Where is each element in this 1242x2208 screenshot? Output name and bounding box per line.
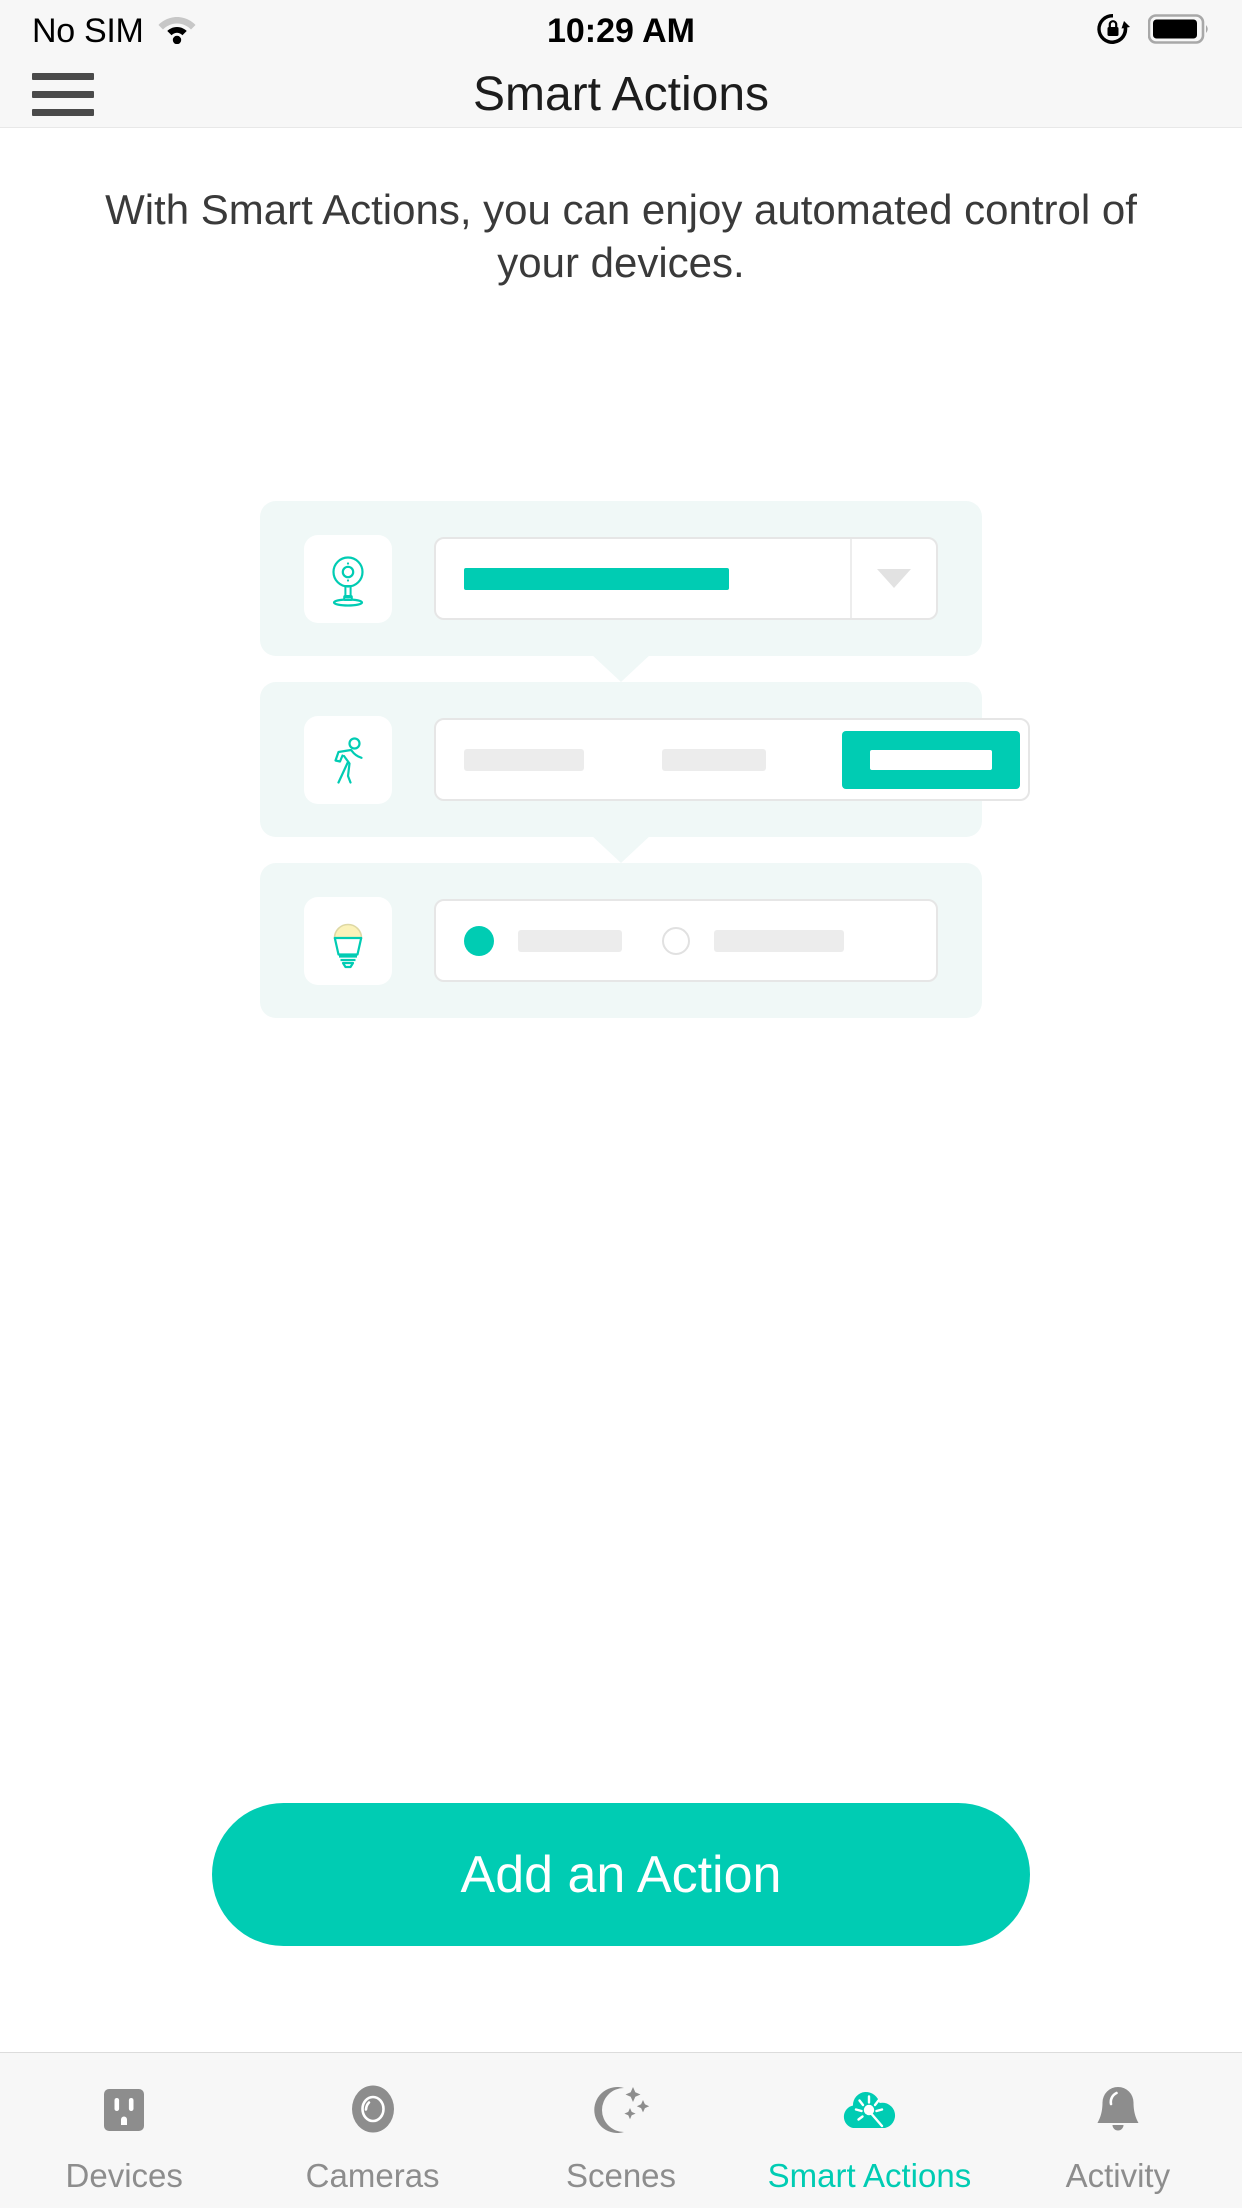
navigation-bar: Smart Actions	[0, 62, 1242, 128]
label-placeholder-bar	[662, 748, 766, 771]
hamburger-bar	[32, 73, 94, 80]
hamburger-bar	[32, 91, 94, 98]
radio-unselected-icon[interactable]	[662, 926, 690, 955]
tab-cameras[interactable]: Cameras	[248, 2053, 496, 2208]
smart-actions-illustration	[260, 501, 1030, 1018]
illustration-card-condition	[260, 682, 1030, 863]
app-screen: No SIM 10:29 AM Smart Actions With Smart…	[0, 0, 1242, 2208]
hamburger-menu-icon[interactable]	[32, 73, 94, 116]
bottom-tab-bar: Devices Cameras Scenes Smart Actions Act…	[0, 2052, 1242, 2208]
battery-full-icon	[1147, 13, 1210, 49]
flow-connector-arrow	[591, 835, 651, 863]
add-an-action-button[interactable]: Add an Action	[212, 1803, 1030, 1946]
wifi-icon	[158, 14, 196, 49]
clock-label: 10:29 AM	[546, 11, 696, 50]
value-placeholder-bar	[464, 567, 729, 590]
button-label-placeholder	[870, 749, 992, 770]
camera-icon	[304, 534, 392, 623]
illustration-card-trigger	[260, 501, 982, 682]
status-bar-right	[1094, 10, 1210, 53]
description-text: With Smart Actions, you can enjoy automa…	[105, 186, 1137, 286]
tab-label: Cameras	[305, 2157, 440, 2194]
rotation-lock-icon	[1094, 10, 1132, 53]
bell-icon	[1085, 2075, 1151, 2147]
main-content: With Smart Actions, you can enjoy automa…	[0, 128, 1242, 2052]
status-bar-left: No SIM	[32, 12, 196, 51]
tab-label: Devices	[65, 2157, 183, 2194]
tab-label: Activity	[1065, 2157, 1171, 2194]
label-placeholder-bar	[464, 748, 584, 771]
action-options-field[interactable]	[434, 899, 938, 982]
tab-devices[interactable]: Devices	[0, 2053, 248, 2208]
cta-container: Add an Action	[0, 1803, 1242, 2052]
lightbulb-icon	[304, 896, 392, 985]
status-bar: No SIM 10:29 AM	[0, 0, 1242, 62]
hamburger-bar	[32, 109, 94, 116]
moon-stars-icon	[588, 2075, 654, 2147]
tab-scenes[interactable]: Scenes	[497, 2053, 745, 2208]
flow-connector-arrow	[591, 654, 651, 682]
option-label-placeholder	[714, 929, 844, 952]
device-select-field[interactable]	[434, 537, 938, 620]
camera-lens-icon	[340, 2075, 406, 2147]
condition-field[interactable]	[434, 718, 1030, 801]
power-outlet-icon	[91, 2075, 157, 2147]
option-label-placeholder	[518, 929, 622, 952]
inline-action-button[interactable]	[842, 730, 1020, 789]
tab-smart-actions[interactable]: Smart Actions	[745, 2053, 993, 2208]
tab-activity[interactable]: Activity	[994, 2053, 1242, 2208]
page-title: Smart Actions	[472, 68, 770, 121]
illustration-card-action	[260, 863, 982, 1018]
tab-label: Scenes	[565, 2157, 677, 2194]
dropdown-toggle[interactable]	[850, 539, 936, 618]
carrier-label: No SIM	[32, 11, 144, 50]
cloud-magic-wand-icon	[833, 2075, 905, 2147]
radio-selected-icon[interactable]	[464, 925, 494, 956]
motion-walking-icon	[304, 715, 392, 804]
chevron-down-icon	[877, 569, 911, 588]
tab-label: Smart Actions	[767, 2157, 972, 2194]
